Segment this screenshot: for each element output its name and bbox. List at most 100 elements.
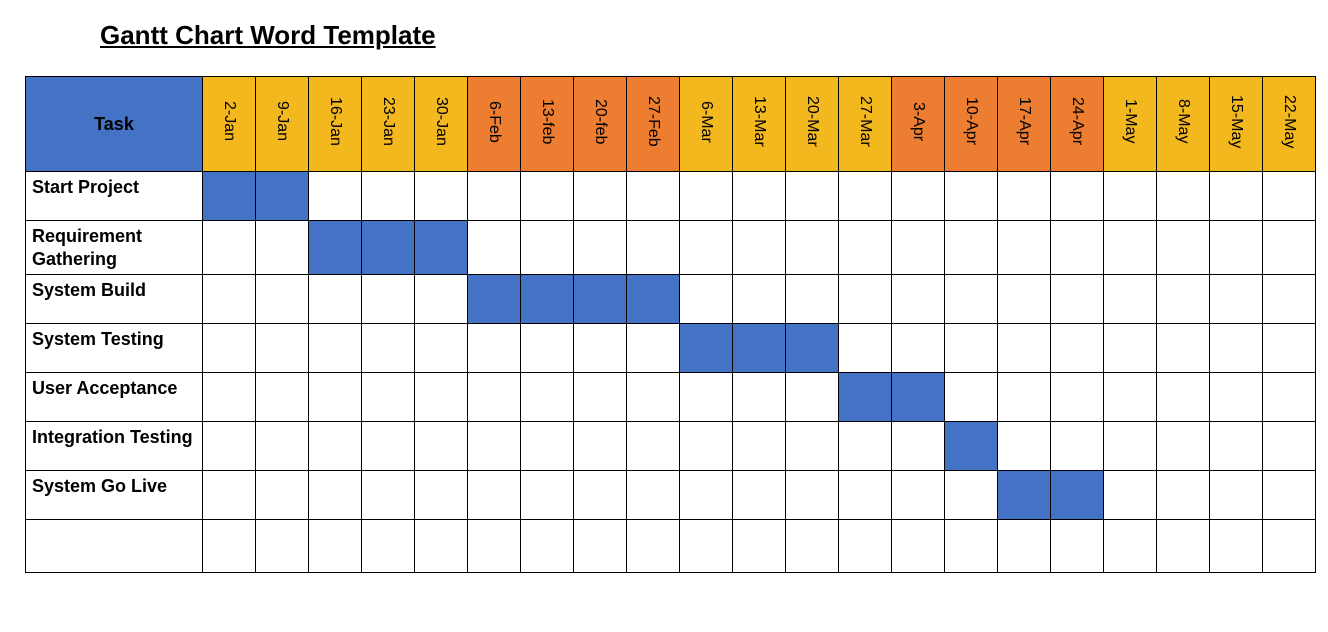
gantt-cell [1051, 221, 1104, 275]
gantt-cell [680, 471, 733, 520]
gantt-cell [998, 324, 1051, 373]
gantt-cell [309, 373, 362, 422]
gantt-cell [786, 520, 839, 573]
gantt-cell [1051, 172, 1104, 221]
gantt-cell [256, 422, 309, 471]
gantt-cell [203, 422, 256, 471]
gantt-cell [1157, 520, 1210, 573]
gantt-cell [1104, 520, 1157, 573]
gantt-cell [1210, 324, 1263, 373]
gantt-cell [786, 221, 839, 275]
gantt-cell [309, 221, 362, 275]
gantt-cell [1263, 275, 1316, 324]
gantt-cell [574, 324, 627, 373]
gantt-cell [309, 172, 362, 221]
gantt-cell [945, 422, 998, 471]
gantt-cell [362, 520, 415, 573]
gantt-cell [1051, 520, 1104, 573]
task-name [26, 520, 203, 573]
gantt-cell [468, 221, 521, 275]
gantt-cell [998, 520, 1051, 573]
gantt-cell [733, 422, 786, 471]
gantt-cell [362, 373, 415, 422]
gantt-cell [839, 275, 892, 324]
gantt-cell [521, 422, 574, 471]
date-header: 20-feb [574, 77, 627, 172]
gantt-cell [945, 373, 998, 422]
task-name: System Go Live [26, 471, 203, 520]
date-header: 30-Jan [415, 77, 468, 172]
gantt-cell [892, 520, 945, 573]
gantt-cell [680, 422, 733, 471]
gantt-cell [998, 471, 1051, 520]
task-row: System Go Live [26, 471, 1316, 520]
gantt-cell [1051, 373, 1104, 422]
gantt-cell [362, 172, 415, 221]
gantt-cell [309, 422, 362, 471]
gantt-cell [786, 471, 839, 520]
date-header: 2-Jan [203, 77, 256, 172]
gantt-cell [203, 373, 256, 422]
gantt-cell [892, 172, 945, 221]
gantt-cell [521, 373, 574, 422]
gantt-cell [998, 422, 1051, 471]
gantt-cell [574, 471, 627, 520]
gantt-cell [839, 471, 892, 520]
gantt-cell [362, 275, 415, 324]
gantt-cell [733, 221, 786, 275]
gantt-cell [892, 471, 945, 520]
gantt-cell [1051, 324, 1104, 373]
gantt-cell [998, 373, 1051, 422]
gantt-cell [362, 221, 415, 275]
gantt-cell [468, 520, 521, 573]
gantt-cell [521, 324, 574, 373]
gantt-cell [415, 324, 468, 373]
gantt-cell [1104, 471, 1157, 520]
gantt-cell [1263, 373, 1316, 422]
task-name: Integration Testing [26, 422, 203, 471]
gantt-cell [1210, 422, 1263, 471]
gantt-cell [415, 422, 468, 471]
date-header: 6-Mar [680, 77, 733, 172]
gantt-cell [468, 275, 521, 324]
gantt-cell [1210, 373, 1263, 422]
gantt-cell [203, 471, 256, 520]
gantt-cell [574, 422, 627, 471]
gantt-cell [362, 422, 415, 471]
gantt-cell [574, 275, 627, 324]
gantt-cell [680, 221, 733, 275]
gantt-cell [945, 520, 998, 573]
gantt-cell [627, 275, 680, 324]
gantt-table: Task 2-Jan 9-Jan 16-Jan 23-Jan 30-Jan 6-… [25, 76, 1316, 573]
gantt-cell [1104, 172, 1157, 221]
gantt-cell [839, 520, 892, 573]
gantt-cell [1157, 422, 1210, 471]
gantt-cell [256, 221, 309, 275]
gantt-cell [627, 373, 680, 422]
gantt-cell [627, 324, 680, 373]
gantt-cell [733, 172, 786, 221]
gantt-cell [521, 221, 574, 275]
gantt-cell [839, 422, 892, 471]
gantt-cell [1263, 172, 1316, 221]
gantt-cell [521, 520, 574, 573]
gantt-cell [1104, 275, 1157, 324]
gantt-cell [733, 324, 786, 373]
date-header: 24-Apr [1051, 77, 1104, 172]
gantt-cell [680, 324, 733, 373]
gantt-cell [1157, 275, 1210, 324]
gantt-cell [892, 275, 945, 324]
gantt-cell [1210, 520, 1263, 573]
gantt-cell [468, 172, 521, 221]
gantt-cell [1263, 221, 1316, 275]
gantt-cell [574, 221, 627, 275]
date-header: 9-Jan [256, 77, 309, 172]
gantt-cell [574, 373, 627, 422]
gantt-cell [680, 373, 733, 422]
gantt-cell [733, 275, 786, 324]
date-header: 17-Apr [998, 77, 1051, 172]
gantt-cell [839, 373, 892, 422]
task-column-header: Task [26, 77, 203, 172]
gantt-cell [415, 373, 468, 422]
task-name: Start Project [26, 172, 203, 221]
